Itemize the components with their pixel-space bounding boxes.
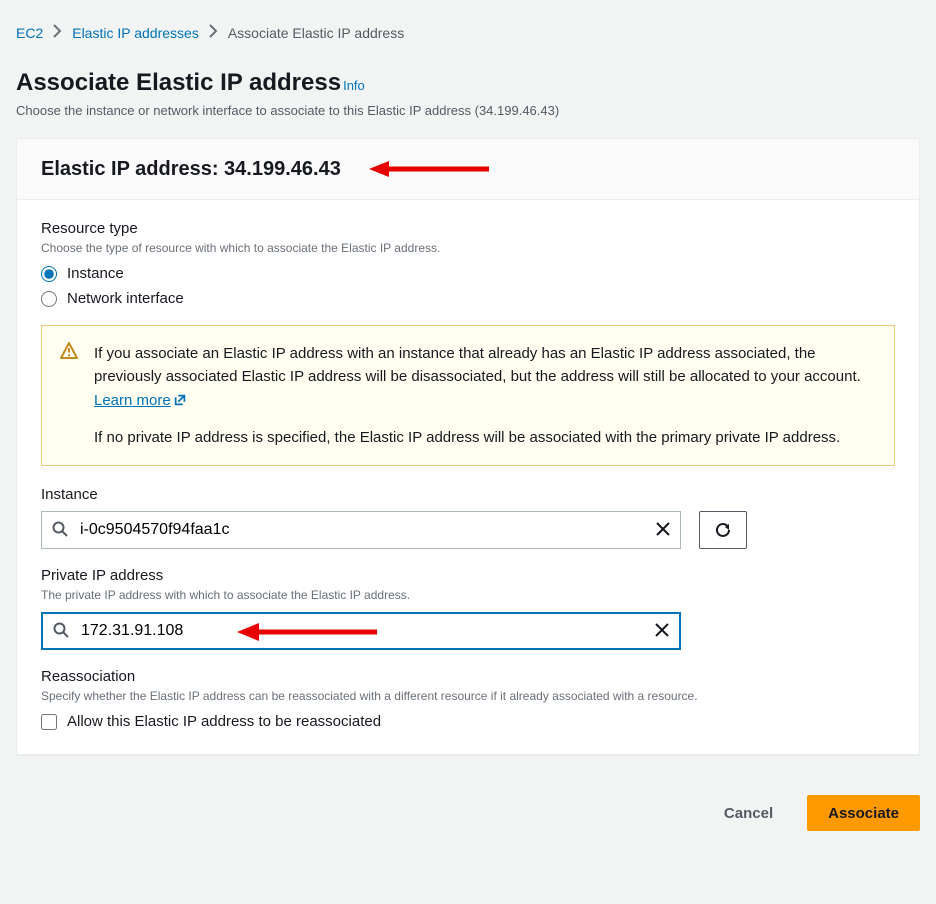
clear-icon[interactable]: [656, 522, 670, 539]
learn-more-link[interactable]: Learn more: [94, 392, 187, 409]
footer-actions: Cancel Associate: [0, 771, 936, 847]
chevron-right-icon: [53, 24, 62, 41]
page-description: Choose the instance or network interface…: [16, 103, 920, 118]
cancel-button[interactable]: Cancel: [704, 795, 793, 831]
associate-button[interactable]: Associate: [807, 795, 920, 831]
reassociation-checkbox-label: Allow this Elastic IP address to be reas…: [67, 713, 381, 730]
reassociation-group: Reassociation Specify whether the Elasti…: [41, 668, 895, 730]
instance-label: Instance: [41, 486, 895, 503]
external-link-icon: [173, 393, 187, 407]
search-icon: [53, 622, 69, 641]
clear-icon[interactable]: [655, 623, 669, 640]
private-ip-group: Private IP address The private IP addres…: [41, 567, 895, 650]
refresh-button[interactable]: [699, 511, 747, 549]
reassociation-label: Reassociation: [41, 668, 895, 685]
refresh-icon: [714, 521, 732, 539]
warning-notice: If you associate an Elastic IP address w…: [41, 325, 895, 466]
private-ip-label: Private IP address: [41, 567, 895, 584]
radio-instance-label: Instance: [67, 265, 124, 282]
reassociation-checkbox[interactable]: [41, 714, 57, 730]
breadcrumb-elastic-ips[interactable]: Elastic IP addresses: [72, 25, 199, 41]
info-link[interactable]: Info: [343, 78, 365, 93]
panel-header: Elastic IP address: 34.199.46.43: [17, 139, 919, 200]
notice-p1-text: If you associate an Elastic IP address w…: [94, 345, 861, 385]
warning-icon: [60, 342, 78, 367]
breadcrumb: EC2 Elastic IP addresses Associate Elast…: [16, 24, 920, 41]
reassociation-checkbox-row[interactable]: Allow this Elastic IP address to be reas…: [41, 713, 895, 730]
radio-instance-input[interactable]: [41, 266, 57, 282]
chevron-right-icon: [209, 24, 218, 41]
instance-group: Instance: [41, 486, 895, 549]
search-icon: [52, 521, 68, 540]
breadcrumb-ec2[interactable]: EC2: [16, 25, 43, 41]
instance-input-wrapper[interactable]: [41, 511, 681, 549]
panel-title: Elastic IP address: 34.199.46.43: [41, 158, 341, 181]
radio-instance[interactable]: Instance: [41, 265, 895, 282]
breadcrumb-current: Associate Elastic IP address: [228, 25, 404, 41]
resource-type-label: Resource type: [41, 220, 895, 237]
resource-type-group: Resource type Choose the type of resourc…: [41, 220, 895, 307]
radio-network-interface-input[interactable]: [41, 291, 57, 307]
private-ip-hint: The private IP address with which to ass…: [41, 588, 895, 602]
annotation-arrow-icon: [237, 620, 377, 644]
instance-input[interactable]: [76, 521, 646, 539]
radio-network-interface-label: Network interface: [67, 290, 184, 307]
radio-network-interface[interactable]: Network interface: [41, 290, 895, 307]
main-panel: Elastic IP address: 34.199.46.43 Resourc…: [16, 138, 920, 755]
notice-p2: If no private IP address is specified, t…: [94, 426, 876, 449]
annotation-arrow-icon: [369, 157, 489, 181]
resource-type-hint: Choose the type of resource with which t…: [41, 241, 895, 255]
reassociation-hint: Specify whether the Elastic IP address c…: [41, 689, 895, 703]
page-title: Associate Elastic IP address: [16, 69, 341, 96]
notice-p1: If you associate an Elastic IP address w…: [94, 342, 876, 412]
